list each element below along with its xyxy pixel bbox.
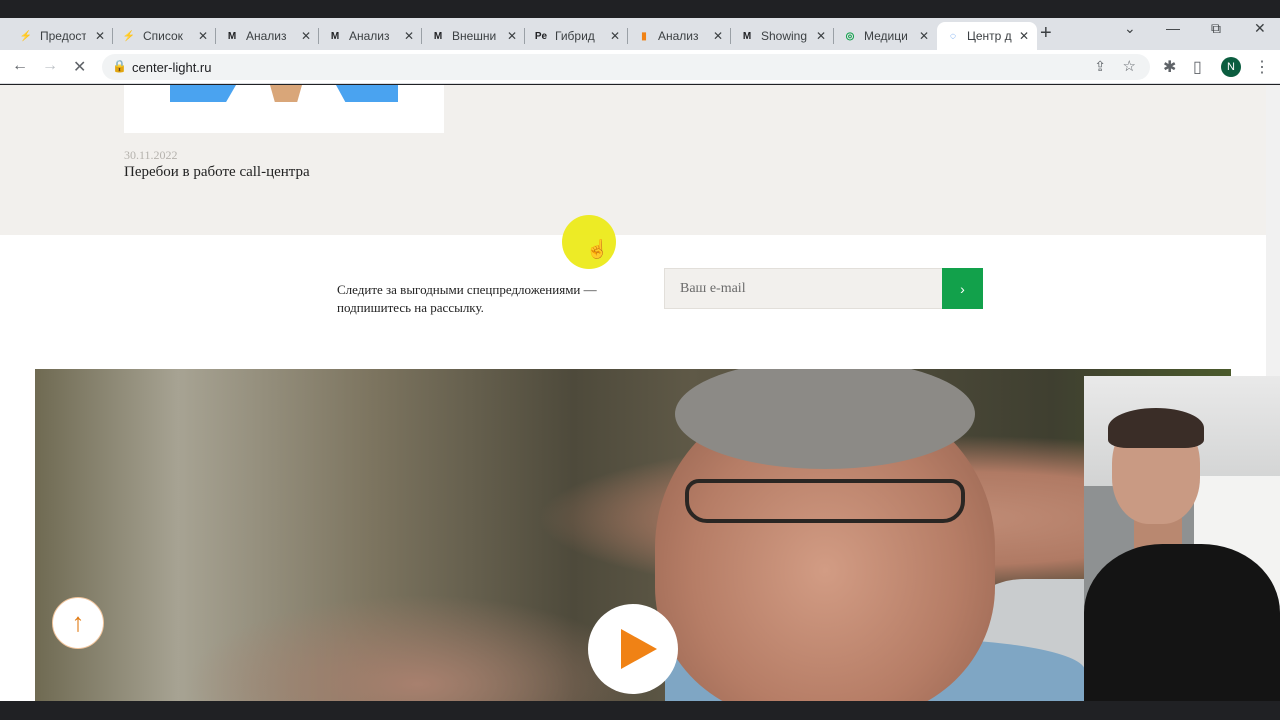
address-bar[interactable]: 🔒 center-light.ru ⇪ ☆: [102, 54, 1150, 80]
image-shape-skin: [270, 85, 302, 102]
tab-title: Внешни: [452, 29, 497, 43]
m-logo-icon: M: [433, 30, 443, 42]
play-icon[interactable]: [621, 629, 657, 669]
stop-icon[interactable]: ✕: [73, 57, 86, 77]
close-tab-icon[interactable]: ✕: [713, 29, 723, 43]
browser-tab[interactable]: ▮ Анализ ✕: [628, 22, 731, 50]
tab-title: Предост: [40, 29, 86, 43]
promo-video[interactable]: [35, 369, 1231, 701]
webcam-hair: [1108, 408, 1204, 448]
menu-icon[interactable]: ⋮: [1254, 57, 1270, 77]
news-section: 30.11.2022 Перебои в работе call-центра: [0, 85, 1266, 235]
m-logo-icon: M: [227, 30, 237, 42]
title-bar: [0, 0, 1280, 18]
tab-title: Центр д: [967, 29, 1012, 43]
lock-icon[interactable]: 🔒: [112, 59, 127, 73]
close-tab-icon[interactable]: ✕: [1019, 29, 1029, 43]
news-card-image[interactable]: [124, 85, 444, 133]
subscribe-submit-button[interactable]: ›: [942, 268, 983, 309]
close-tab-icon[interactable]: ✕: [919, 29, 929, 43]
browser-toolbar: ← → ✕ 🔒 center-light.ru ⇪ ☆ ✱ ▯ ⋮: [0, 50, 1280, 84]
restore-icon[interactable]: ⧉: [1211, 20, 1221, 37]
browser-tab[interactable]: M Анализ ✕: [216, 22, 319, 50]
bookmark-star-icon[interactable]: ☆: [1123, 57, 1136, 75]
subscribe-text: Следите за выгодными спецпредложениями —…: [337, 282, 597, 315]
tab-strip: ⚡ Предост ✕ ⚡ Список ✕ M Анализ ✕ M Анализ ✕ M Внешни…: [0, 18, 1280, 50]
share-icon[interactable]: ⇪: [1094, 58, 1106, 75]
close-tab-icon[interactable]: ✕: [404, 29, 414, 43]
close-tab-icon[interactable]: ✕: [198, 29, 208, 43]
extensions-icon[interactable]: ✱: [1163, 57, 1176, 77]
bottom-bar: [0, 701, 1280, 720]
close-tab-icon[interactable]: ✕: [816, 29, 826, 43]
browser-tab[interactable]: M Внешни ✕: [422, 22, 525, 50]
close-tab-icon[interactable]: ✕: [301, 29, 311, 43]
tab-title: Гибрид: [555, 29, 595, 43]
scroll-up-button[interactable]: ↑: [52, 597, 104, 649]
close-window-icon[interactable]: ✕: [1254, 20, 1266, 37]
webcam-overlay: [1084, 376, 1280, 716]
forward-icon[interactable]: →: [42, 57, 58, 75]
red-logo-icon: ⚡: [122, 30, 136, 42]
url-text[interactable]: center-light.ru: [132, 60, 211, 75]
tab-search-icon[interactable]: ⌄: [1124, 20, 1136, 37]
image-shape-blue: [170, 85, 236, 102]
loading-icon: ◌: [950, 30, 956, 42]
close-tab-icon[interactable]: ✕: [507, 29, 517, 43]
browser-tab[interactable]: ◎ Медици ✕: [834, 22, 937, 50]
browser-tab[interactable]: ◌ Центр д ✕: [937, 22, 1037, 50]
news-date: 30.11.2022: [124, 148, 178, 162]
video-glasses: [685, 479, 965, 523]
red-logo-icon: ⚡: [19, 30, 33, 42]
tab-title: Анализ: [246, 29, 287, 43]
news-title-link[interactable]: Перебои в работе call-центра: [124, 164, 310, 181]
browser-tab[interactable]: ⚡ Список ✕: [113, 22, 216, 50]
email-input[interactable]: [664, 268, 942, 309]
side-panel-icon[interactable]: ▯: [1193, 57, 1202, 77]
image-shape-blue: [336, 85, 398, 102]
tab-title: Список: [143, 29, 183, 43]
tab-title: Showing: [761, 29, 807, 43]
hand-cursor-icon: ☝: [586, 239, 609, 259]
browser-tab[interactable]: ⚡ Предост ✕: [10, 22, 113, 50]
browser-tab[interactable]: Pe Гибрид ✕: [525, 22, 628, 50]
minimize-icon[interactable]: —: [1166, 20, 1180, 36]
m-logo-icon: M: [330, 30, 340, 42]
close-tab-icon[interactable]: ✕: [610, 29, 620, 43]
green-logo-icon: ◎: [845, 30, 855, 42]
web-page: 30.11.2022 Перебои в работе call-центра …: [0, 85, 1266, 701]
tab-title: Анализ: [349, 29, 390, 43]
orange-logo-icon: ▮: [641, 30, 647, 42]
profile-avatar[interactable]: N: [1221, 57, 1241, 77]
tab-title: Медици: [864, 29, 908, 43]
back-icon[interactable]: ←: [12, 57, 28, 75]
pe-logo-icon: Pe: [534, 30, 548, 42]
webcam-body: [1084, 544, 1280, 716]
new-tab-button[interactable]: +: [1040, 22, 1052, 45]
close-tab-icon[interactable]: ✕: [95, 29, 105, 43]
browser-tab[interactable]: M Showing ✕: [731, 22, 834, 50]
tab-title: Анализ: [658, 29, 699, 43]
browser-tab[interactable]: M Анализ ✕: [319, 22, 422, 50]
m-bird-logo-icon: M: [742, 30, 752, 42]
